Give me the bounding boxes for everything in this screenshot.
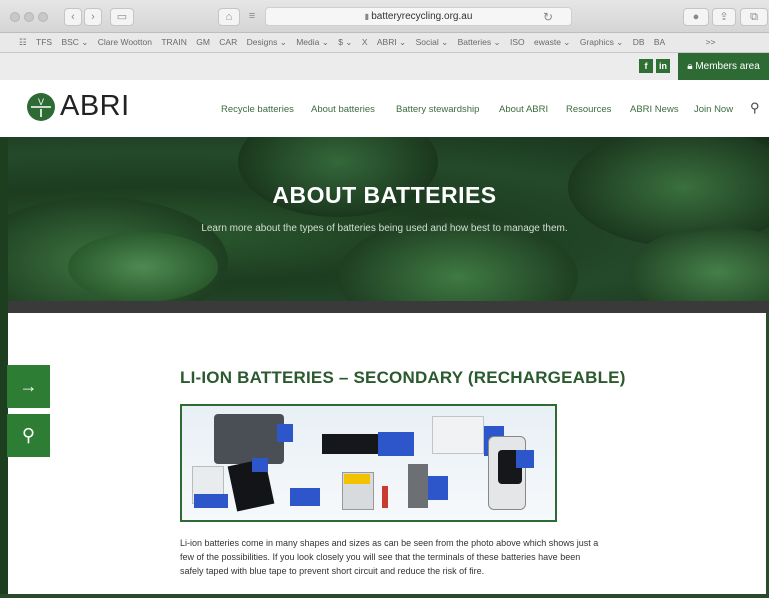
section-paragraph: Li-ion batteries come in many shapes and… bbox=[180, 538, 599, 576]
linkedin-icon[interactable]: in bbox=[656, 59, 670, 73]
members-area-label: Members area bbox=[695, 61, 760, 72]
reload-icon[interactable]: ↻ bbox=[542, 9, 554, 25]
url-text: batteryrecycling.org.au bbox=[371, 11, 473, 22]
bookmark-item[interactable]: ISO bbox=[510, 33, 525, 52]
blue-tape bbox=[277, 424, 293, 442]
bookmark-item[interactable]: Graphics ⌄ bbox=[580, 33, 624, 52]
battery-pack bbox=[214, 414, 284, 464]
close-window-icon[interactable] bbox=[10, 12, 20, 22]
site-logo-text[interactable]: ABRI bbox=[60, 90, 130, 123]
label bbox=[344, 474, 370, 484]
blue-tape bbox=[194, 494, 228, 508]
bookmark-item[interactable]: Batteries ⌄ bbox=[458, 33, 501, 52]
hero-title: ABOUT BATTERIES bbox=[272, 182, 497, 208]
nav-about-abri[interactable]: About ABRI bbox=[499, 104, 548, 115]
bookmark-item[interactable]: CAR bbox=[219, 33, 237, 52]
blue-tape bbox=[290, 488, 320, 506]
bookmark-item[interactable]: Media ⌄ bbox=[296, 33, 329, 52]
blue-tape bbox=[252, 458, 268, 472]
hero-banner bbox=[8, 137, 769, 301]
search-button[interactable]: ⚲ bbox=[7, 414, 50, 457]
bookmark-item[interactable]: ABRI ⌄ bbox=[377, 33, 406, 52]
blue-tape bbox=[378, 432, 414, 456]
nav-recycle-batteries[interactable]: Recycle batteries bbox=[221, 104, 294, 115]
bookmarks-bar: ☷ TFS BSC ⌄ Clare Wootton TRAIN GM CAR D… bbox=[0, 33, 769, 53]
sidebar-toggle-icon[interactable]: ▭ bbox=[110, 8, 134, 26]
home-icon[interactable]: ⌂ bbox=[218, 8, 240, 26]
cell bbox=[382, 486, 388, 508]
page-edge bbox=[0, 594, 769, 598]
downloads-icon[interactable]: ● bbox=[683, 8, 709, 26]
bookmark-item[interactable]: DB bbox=[633, 33, 645, 52]
hero-divider bbox=[8, 301, 769, 313]
bookmark-item[interactable]: $ ⌄ bbox=[338, 33, 352, 52]
nav-battery-stewardship[interactable]: Battery stewardship bbox=[396, 104, 479, 115]
abri-logo-icon[interactable]: V bbox=[27, 93, 55, 121]
bookmark-item[interactable]: X bbox=[362, 33, 368, 52]
svg-text:V: V bbox=[38, 97, 44, 107]
zoom-window-icon[interactable] bbox=[38, 12, 48, 22]
blue-tape bbox=[516, 450, 534, 468]
battery-pack bbox=[408, 464, 428, 508]
members-area-button[interactable]: 🔒︎ Members area bbox=[678, 53, 769, 80]
bookmark-item[interactable]: BSC ⌄ bbox=[61, 33, 88, 52]
arrow-right-icon[interactable]: → bbox=[7, 365, 50, 408]
section-title: LI-ION BATTERIES – SECONDARY (RECHARGEAB… bbox=[180, 368, 626, 387]
nav-join-now[interactable]: Join Now bbox=[694, 104, 733, 115]
bookmark-item[interactable]: GM bbox=[196, 33, 210, 52]
reader-icon[interactable]: ≡ bbox=[242, 8, 262, 24]
share-icon[interactable]: ⇪ bbox=[712, 8, 736, 26]
blue-tape bbox=[428, 476, 448, 500]
battery-pack bbox=[432, 416, 484, 454]
forward-button[interactable]: › bbox=[84, 8, 102, 26]
bookmark-item[interactable]: TFS bbox=[36, 33, 52, 52]
facebook-icon[interactable]: f bbox=[639, 59, 653, 73]
tabs-icon[interactable]: ⧉ bbox=[740, 8, 768, 26]
bookmark-item[interactable]: TRAIN bbox=[161, 33, 187, 52]
bookmarks-more-button[interactable]: >> bbox=[706, 33, 716, 52]
nav-resources[interactable]: Resources bbox=[566, 104, 611, 115]
bookmark-item[interactable]: Social ⌄ bbox=[416, 33, 449, 52]
address-bar[interactable]: ▮ batteryrecycling.org.au bbox=[265, 7, 572, 26]
screenshot-frame: ‹ › ▭ ⌂ ≡ ▮ batteryrecycling.org.au ↻ ● … bbox=[0, 0, 769, 598]
bookmark-item[interactable]: ewaste ⌄ bbox=[534, 33, 570, 52]
li-ion-batteries-photo bbox=[180, 404, 557, 522]
nav-about-batteries[interactable]: About batteries bbox=[311, 104, 375, 115]
bookmarks-grid-icon[interactable]: ☷ bbox=[19, 33, 27, 52]
minimize-window-icon[interactable] bbox=[24, 12, 34, 22]
search-icon[interactable]: ⚲ bbox=[750, 100, 760, 116]
bookmark-item[interactable]: Designs ⌄ bbox=[247, 33, 287, 52]
bookmark-item[interactable]: BA bbox=[654, 33, 665, 52]
bookmark-item[interactable]: Clare Wootton bbox=[98, 33, 152, 52]
back-button[interactable]: ‹ bbox=[64, 8, 82, 26]
site-top-strip bbox=[0, 53, 769, 80]
nav-abri-news[interactable]: ABRI News bbox=[630, 104, 679, 115]
hero-subtitle: Learn more about the types of batteries … bbox=[201, 223, 568, 234]
